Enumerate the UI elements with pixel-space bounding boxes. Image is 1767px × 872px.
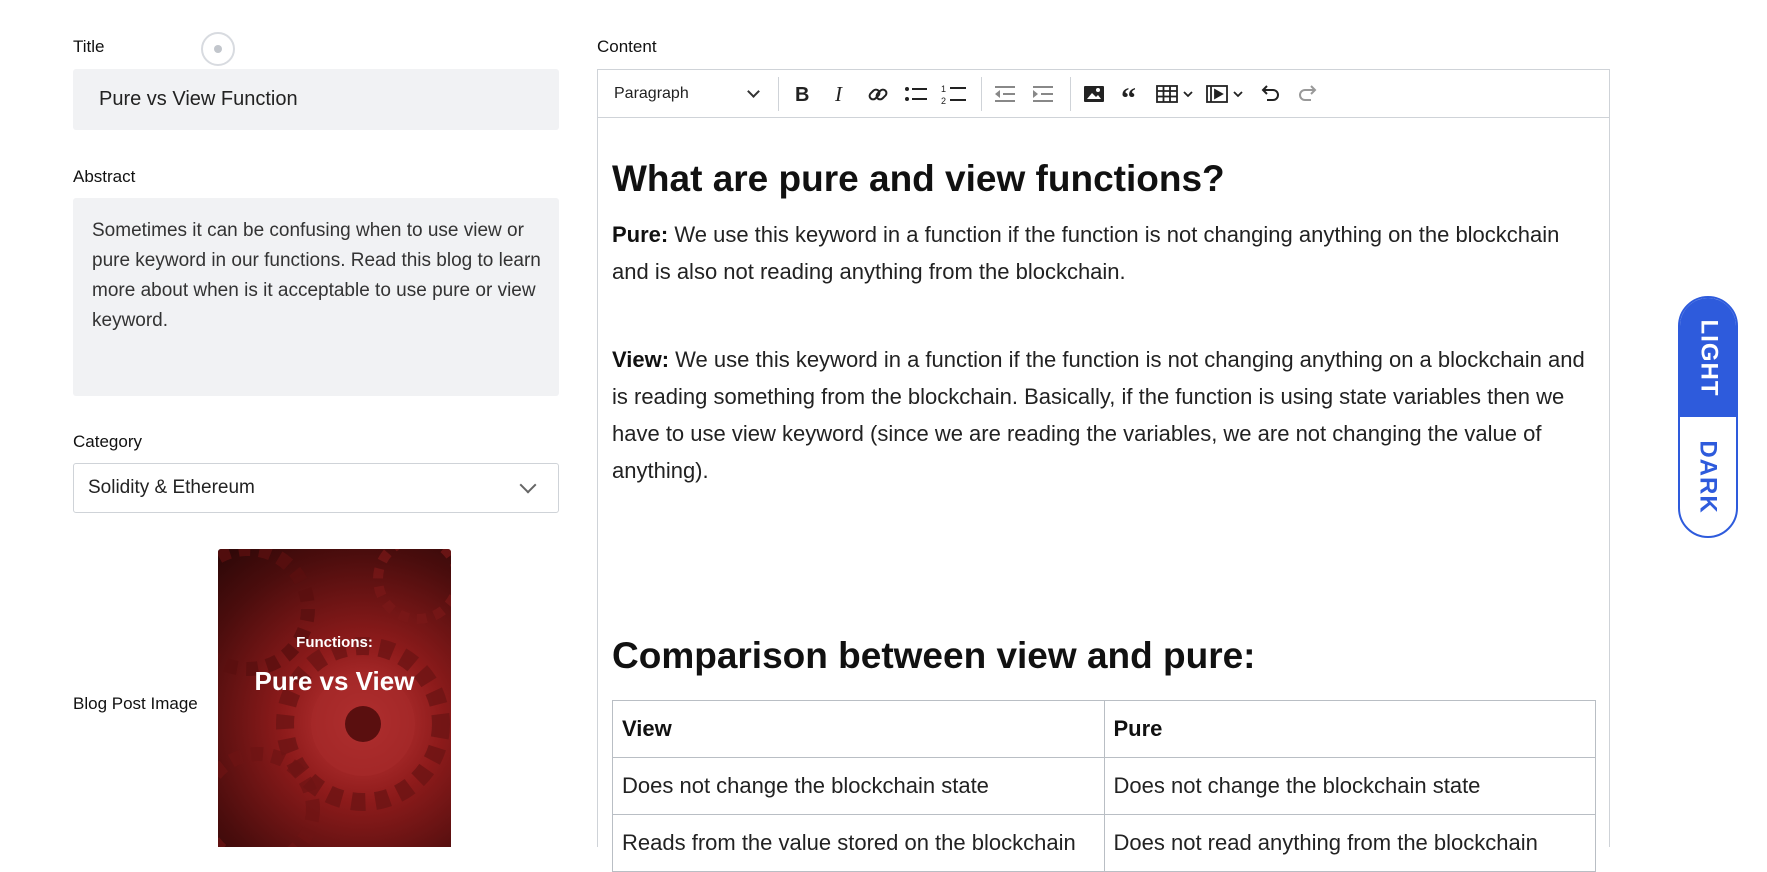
heading-comparison: Comparison between view and pure:	[612, 635, 1256, 676]
quote-icon[interactable]: “	[1115, 77, 1149, 111]
table-cell[interactable]: Does not change the blockchain state	[1103, 757, 1596, 815]
table-icon[interactable]	[1153, 77, 1199, 111]
table-cell[interactable]: Does not change the blockchain state	[612, 757, 1105, 815]
numbered-list-icon[interactable]: 12	[937, 77, 971, 111]
link-icon[interactable]	[861, 77, 895, 111]
svg-text:“: “	[1121, 84, 1136, 104]
bold-icon[interactable]: B	[785, 77, 819, 111]
pure-paragraph: Pure: We use this keyword in a function …	[612, 216, 1595, 290]
heading-select-value: Paragraph	[614, 84, 689, 102]
blog-post-image[interactable]: Functions: Pure vs View	[218, 549, 451, 847]
bulleted-list-icon[interactable]	[899, 77, 933, 111]
gear-graphic	[218, 549, 451, 847]
media-icon[interactable]	[1203, 77, 1249, 111]
theme-light-option[interactable]: LIGHT	[1680, 298, 1736, 417]
redo-icon[interactable]	[1291, 77, 1325, 111]
heading-select[interactable]: Paragraph	[606, 77, 766, 111]
undo-icon[interactable]	[1253, 77, 1287, 111]
chevron-down-icon	[519, 476, 537, 494]
abstract-label: Abstract	[73, 167, 136, 186]
title-input[interactable]: Pure vs View Function	[73, 69, 559, 130]
editor-content[interactable]: What are pure and view functions? Pure: …	[612, 118, 1596, 872]
table-cell[interactable]: Reads from the value stored on the block…	[612, 814, 1105, 872]
blog-post-image-label: Blog Post Image	[73, 694, 198, 713]
pure-text: We use this keyword in a function if the…	[612, 222, 1560, 284]
comparison-table[interactable]: View Pure Does not change the blockchain…	[612, 700, 1596, 872]
image-title: Pure vs View	[254, 666, 415, 696]
light-label: LIGHT	[1695, 319, 1722, 396]
table-row: Reads from the value stored on the block…	[612, 814, 1596, 872]
svg-text:I: I	[834, 84, 843, 104]
theme-toggle[interactable]: LIGHT DARK	[1678, 296, 1738, 538]
view-paragraph: View: We use this keyword in a function …	[612, 341, 1595, 489]
view-text: We use this keyword in a function if the…	[612, 347, 1585, 483]
svg-text:2: 2	[941, 96, 946, 105]
pure-term: Pure:	[612, 222, 669, 247]
table-row: Does not change the blockchain state Doe…	[612, 757, 1596, 815]
svg-text:1: 1	[941, 84, 946, 94]
svg-text:B: B	[795, 84, 809, 104]
category-value: Solidity & Ethereum	[88, 477, 255, 498]
outdent-icon[interactable]	[988, 77, 1022, 111]
dark-label: DARK	[1695, 439, 1723, 514]
abstract-textarea[interactable]: Sometimes it can be confusing when to us…	[73, 198, 559, 396]
toolbar-separator	[778, 76, 779, 111]
handle-dot	[214, 45, 222, 53]
view-term: View:	[612, 347, 670, 372]
toolbar-separator	[981, 76, 982, 111]
image-subtitle: Functions:	[296, 634, 373, 651]
rich-text-editor[interactable]: Paragraph B I 12 “ What are pure and vie…	[597, 69, 1610, 872]
table-header-row: View Pure	[612, 700, 1596, 758]
editor-toolbar: Paragraph B I 12 “	[598, 70, 1609, 118]
theme-dark-option[interactable]: DARK	[1680, 417, 1736, 536]
content-label: Content	[597, 37, 657, 56]
chevron-down-icon	[747, 85, 760, 98]
title-label: Title	[73, 37, 105, 56]
image-icon[interactable]	[1077, 77, 1111, 111]
heading-pure-view: What are pure and view functions?	[612, 158, 1225, 199]
drag-handle-icon[interactable]	[201, 32, 235, 66]
table-header-cell[interactable]: View	[612, 700, 1105, 758]
indent-icon[interactable]	[1026, 77, 1060, 111]
category-select[interactable]: Solidity & Ethereum	[73, 463, 559, 513]
table-header-cell[interactable]: Pure	[1103, 700, 1596, 758]
category-label: Category	[73, 432, 142, 451]
italic-icon[interactable]: I	[823, 77, 857, 111]
table-cell[interactable]: Does not read anything from the blockcha…	[1103, 814, 1596, 872]
toolbar-separator	[1070, 76, 1071, 111]
